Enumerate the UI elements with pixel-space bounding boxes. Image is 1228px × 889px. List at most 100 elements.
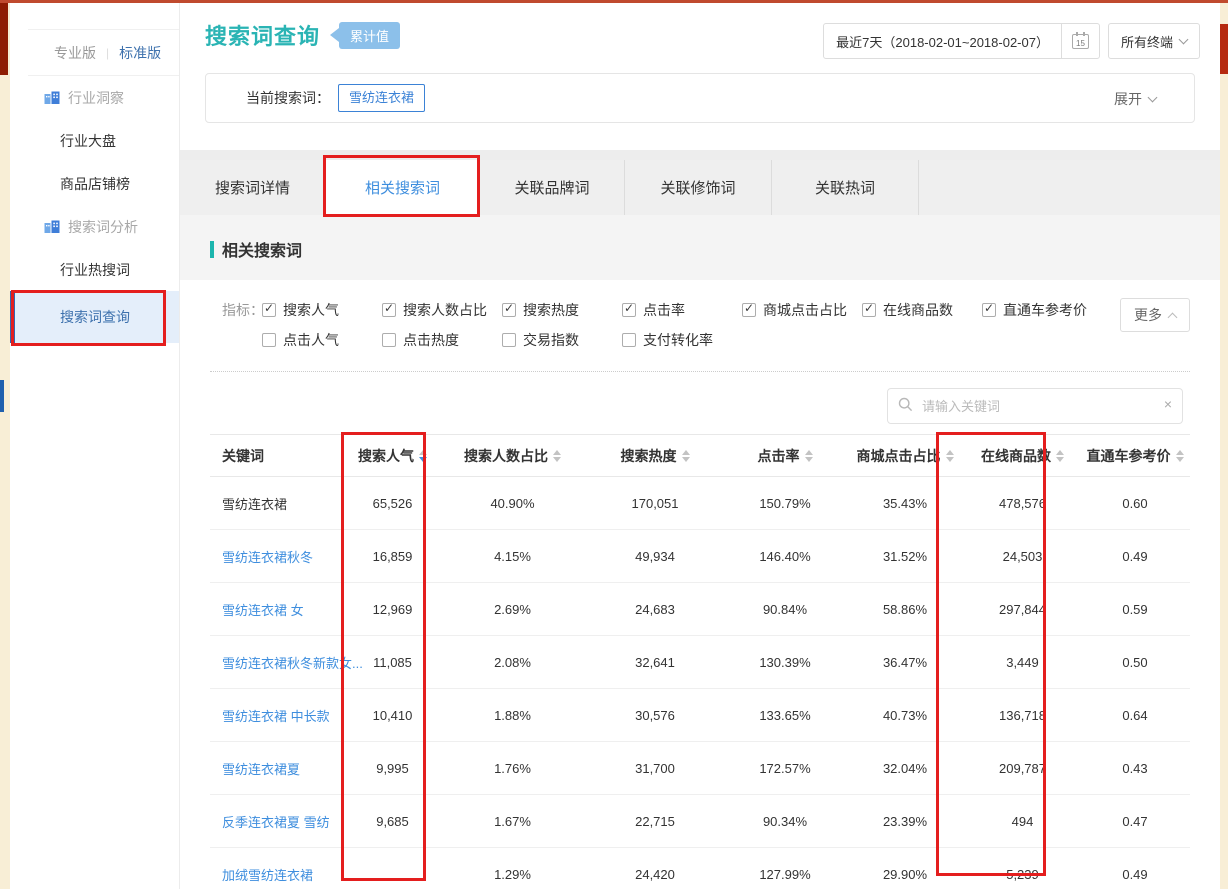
expand-button[interactable]: 展开 — [1114, 89, 1156, 109]
checkbox[interactable] — [262, 333, 276, 347]
checkbox[interactable] — [502, 333, 516, 347]
header-gap — [180, 150, 1220, 160]
keyword-cell[interactable]: 加绒雪纺连衣裙 — [222, 868, 313, 883]
page-title: 搜索词查询 — [205, 19, 320, 51]
sidebar-item[interactable]: 行业洞察 — [10, 76, 179, 119]
more-button[interactable]: 更多 — [1120, 298, 1190, 332]
table-row: 反季连衣裙夏 雪纺 9,6851.67%22,71590.34%23.39%49… — [210, 795, 1190, 848]
sidebar-item[interactable]: 行业大盘 — [10, 119, 179, 162]
keyword-search-input[interactable] — [887, 388, 1183, 424]
sidebar-tab-professional[interactable]: 专业版 — [54, 43, 96, 63]
column-header[interactable]: 搜索热度 — [585, 446, 725, 466]
current-search-term-box: 当前搜索词： 雪纺连衣裙 展开 — [205, 73, 1195, 123]
section-band: 相关搜索词 — [180, 215, 1220, 280]
terminal-selector[interactable]: 所有终端 — [1108, 23, 1200, 59]
page-edge-right — [1220, 0, 1228, 889]
sidebar-item[interactable]: 搜索词查询 — [10, 291, 179, 343]
table-header-row: 关键词 搜索人气 搜索人数占比 搜索热度 点击率 商城点击占比 在线商品数 直通… — [210, 434, 1190, 477]
keyword-cell[interactable]: 雪纺连衣裙 — [222, 497, 287, 512]
sidebar-tab-standard[interactable]: 标准版 — [119, 43, 161, 63]
current-term-label: 当前搜索词： — [246, 88, 330, 108]
value-cell: 49,934 — [585, 549, 725, 564]
checkbox[interactable] — [382, 303, 396, 317]
keyword-cell[interactable]: 雪纺连衣裙 中长款 — [222, 709, 330, 724]
table-row: 雪纺连衣裙夏 9,9951.76%31,700172.57%32.04%209,… — [210, 742, 1190, 795]
keyword-cell[interactable]: 雪纺连衣裙秋冬 — [222, 550, 313, 565]
metric-checkbox[interactable]: 点击热度 — [382, 330, 502, 350]
sidebar-item[interactable]: 商品店铺榜 — [10, 162, 179, 205]
metric-checkbox[interactable]: 点击率 — [622, 300, 742, 320]
metric-checkbox[interactable]: 支付转化率 — [622, 330, 762, 350]
metric-checkbox[interactable]: 直通车参考价 — [982, 300, 1122, 320]
value-cell: 22,715 — [585, 814, 725, 829]
value-cell: 23.39% — [845, 814, 965, 829]
sort-arrows-icon[interactable] — [946, 450, 954, 462]
column-header[interactable]: 点击率 — [725, 446, 845, 466]
chevron-down-icon — [1148, 93, 1158, 103]
sidebar-item-label: 行业大盘 — [60, 131, 116, 151]
metric-checkbox[interactable]: 交易指数 — [502, 330, 622, 350]
sidebar-item[interactable]: 搜索词分析 — [10, 205, 179, 248]
tab[interactable]: 关联品牌词 — [480, 160, 625, 215]
section-content: 指标： 搜索人气 搜索人数占比 搜索热度 点击率 商城点击占比 在线商品数 直通… — [180, 280, 1220, 889]
metric-checkbox[interactable]: 搜索人数占比 — [382, 300, 502, 320]
sort-arrows-icon[interactable] — [682, 450, 690, 462]
checkbox[interactable] — [862, 303, 876, 317]
clear-icon[interactable]: × — [1164, 396, 1172, 412]
value-cell: 9,995 — [345, 761, 440, 776]
cumulative-badge: 累计值 — [330, 22, 400, 49]
column-header[interactable]: 关键词 — [210, 446, 345, 466]
value-cell: 1.88% — [440, 708, 585, 723]
keyword-cell[interactable]: 反季连衣裙夏 雪纺 — [222, 815, 330, 830]
column-header[interactable]: 直通车参考价 — [1080, 446, 1190, 466]
sort-arrows-icon[interactable] — [1176, 450, 1184, 462]
metric-checkbox[interactable]: 商城点击占比 — [742, 300, 862, 320]
date-range-picker[interactable]: 最近7天（2018-02-01~2018-02-07） 15 — [823, 23, 1100, 59]
keyword-cell[interactable]: 雪纺连衣裙秋冬新款女... — [222, 656, 363, 671]
value-cell: 40.90% — [440, 496, 585, 511]
sort-arrows-icon[interactable] — [1056, 450, 1064, 462]
checkbox[interactable] — [982, 303, 996, 317]
checkbox[interactable] — [622, 333, 636, 347]
sort-arrows-icon[interactable] — [805, 450, 813, 462]
sidebar-item[interactable]: 行业热搜词 — [10, 248, 179, 291]
sidebar: 专业版 | 标准版 行业洞察 行业大盘 商品店铺榜 — [10, 3, 180, 889]
tab-bar: 搜索词详情 相关搜索词 关联品牌词 关联修饰词 关联热词 — [180, 160, 1220, 215]
value-cell: 494 — [965, 814, 1080, 829]
calendar-button[interactable]: 15 — [1061, 24, 1099, 58]
column-header-label: 直通车参考价 — [1087, 446, 1171, 466]
checkbox[interactable] — [742, 303, 756, 317]
metric-checkbox[interactable]: 在线商品数 — [862, 300, 982, 320]
tab[interactable]: 相关搜索词 — [326, 160, 480, 215]
checkbox[interactable] — [622, 303, 636, 317]
column-header[interactable]: 搜索人气 — [345, 446, 440, 466]
tab[interactable]: 搜索词详情 — [180, 160, 326, 215]
sort-arrows-icon[interactable] — [419, 450, 427, 462]
checkbox[interactable] — [502, 303, 516, 317]
checkbox[interactable] — [262, 303, 276, 317]
sort-arrows-icon[interactable] — [553, 450, 561, 462]
column-header[interactable]: 搜索人数占比 — [440, 446, 585, 466]
value-cell: 136,718 — [965, 708, 1080, 723]
metric-checkbox[interactable]: 搜索人气 — [262, 300, 382, 320]
column-header[interactable]: 商城点击占比 — [845, 446, 965, 466]
value-cell: 1.76% — [440, 761, 585, 776]
sidebar-version-tabs: 专业版 | 标准版 — [28, 29, 179, 76]
table-row: 加绒雪纺连衣裙 1.29%24,420127.99%29.90%5,2390.4… — [210, 848, 1190, 889]
column-header-label: 在线商品数 — [981, 446, 1051, 466]
column-header[interactable]: 在线商品数 — [965, 446, 1080, 466]
current-term-chip[interactable]: 雪纺连衣裙 — [338, 84, 425, 112]
tab[interactable]: 关联修饰词 — [625, 160, 772, 215]
tab[interactable]: 关联热词 — [772, 160, 919, 215]
metric-checkbox[interactable]: 点击人气 — [262, 330, 382, 350]
checkbox[interactable] — [382, 333, 396, 347]
value-cell: 35.43% — [845, 496, 965, 511]
value-cell: 209,787 — [965, 761, 1080, 776]
table-row: 雪纺连衣裙 女 12,9692.69%24,68390.84%58.86%297… — [210, 583, 1190, 636]
table-row: 雪纺连衣裙秋冬 16,8594.15%49,934146.40%31.52%24… — [210, 530, 1190, 583]
sidebar-item-label: 搜索词分析 — [68, 217, 138, 237]
metric-checkbox[interactable]: 搜索热度 — [502, 300, 622, 320]
keyword-cell[interactable]: 雪纺连衣裙 女 — [222, 603, 304, 618]
sidebar-item-label: 搜索词查询 — [60, 307, 130, 327]
keyword-cell[interactable]: 雪纺连衣裙夏 — [222, 762, 300, 777]
